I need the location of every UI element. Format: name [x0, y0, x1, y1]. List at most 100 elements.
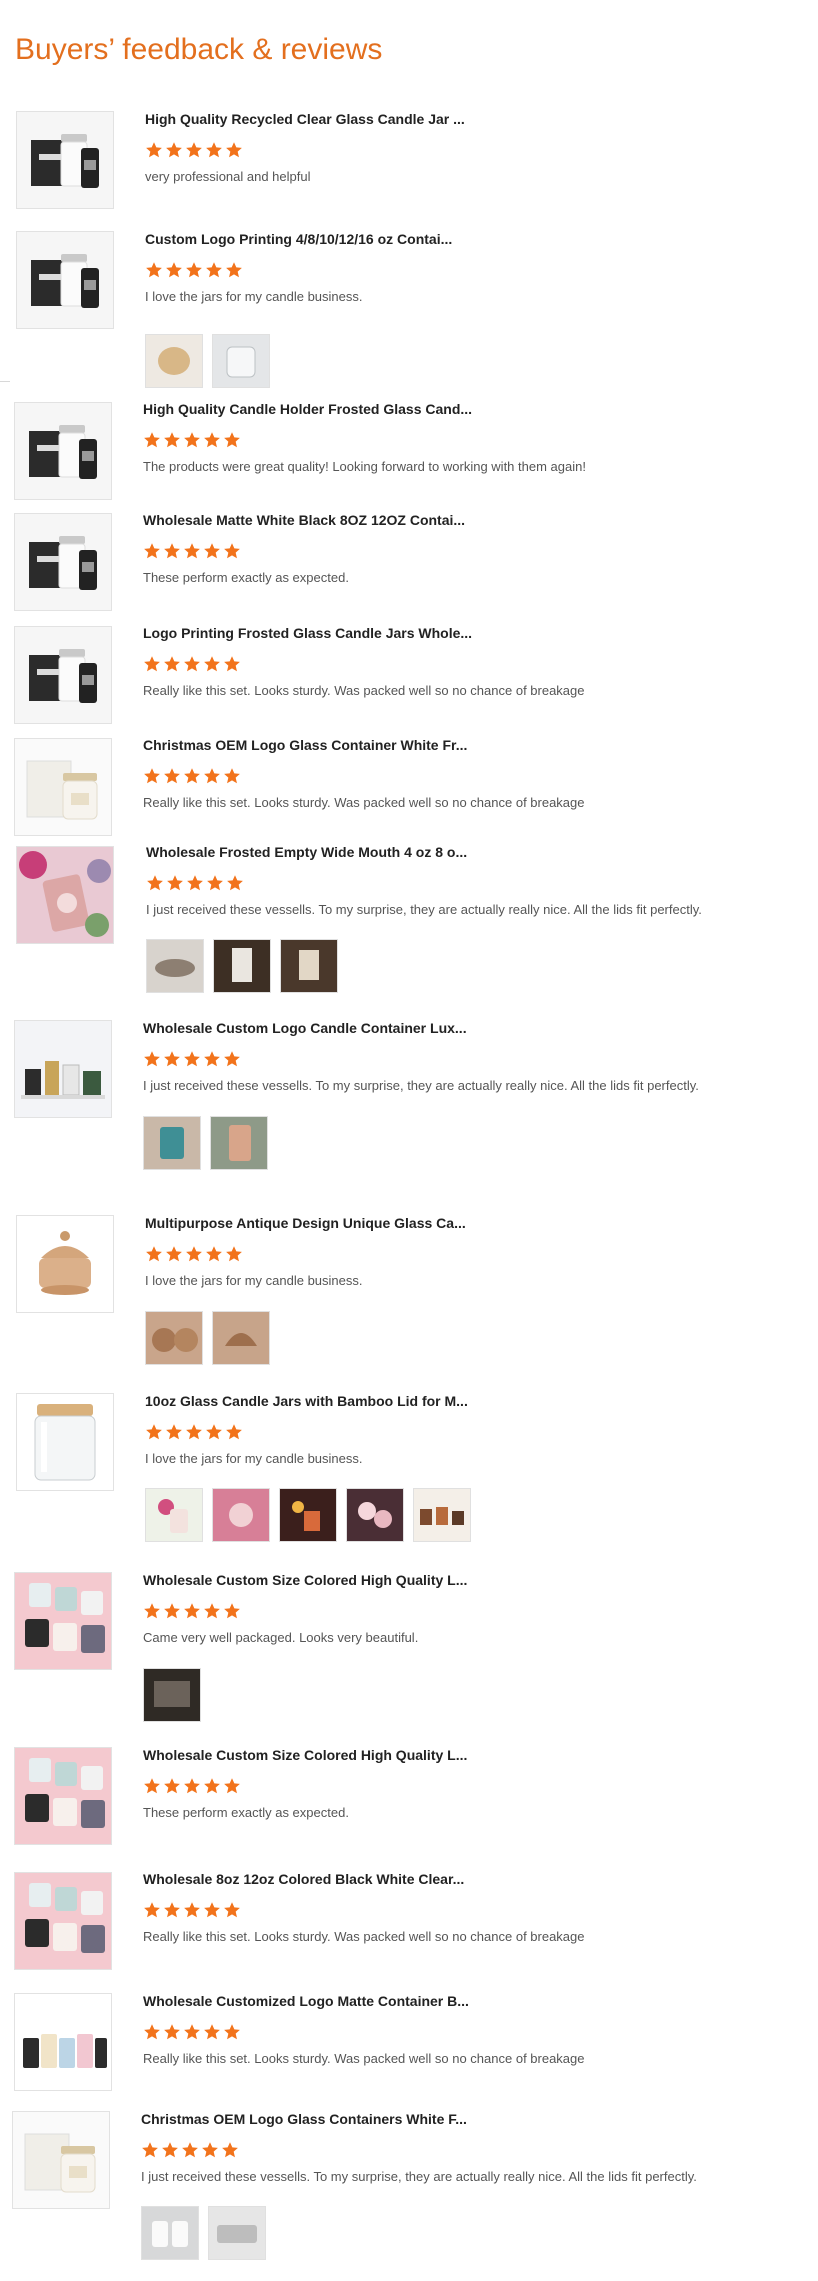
star-icon: [143, 655, 161, 673]
star-icon: [143, 542, 161, 560]
product-title[interactable]: High Quality Recycled Clear Glass Candle…: [145, 111, 465, 127]
star-icon: [203, 1901, 221, 1919]
star-icon: [183, 655, 201, 673]
star-icon: [223, 542, 241, 560]
star-icon: [226, 874, 244, 892]
review-photo[interactable]: [145, 334, 203, 388]
star-icon: [163, 1901, 181, 1919]
product-thumbnail[interactable]: [16, 1215, 114, 1313]
star-icon: [181, 2141, 199, 2159]
product-thumbnail[interactable]: [14, 1020, 112, 1118]
review-photo[interactable]: [280, 939, 338, 993]
star-icon: [223, 2023, 241, 2041]
star-icon: [183, 431, 201, 449]
product-title[interactable]: Wholesale Matte White Black 8OZ 12OZ Con…: [143, 512, 465, 528]
review-photo[interactable]: [212, 1488, 270, 1542]
review-photo[interactable]: [212, 334, 270, 388]
page-title: Buyers’ feedback & reviews: [15, 33, 383, 66]
star-icon: [203, 431, 221, 449]
star-rating: [145, 1423, 243, 1441]
star-icon: [183, 2023, 201, 2041]
product-title[interactable]: Christmas OEM Logo Glass Containers Whit…: [141, 2111, 467, 2127]
star-icon: [163, 542, 181, 560]
product-title[interactable]: Multipurpose Antique Design Unique Glass…: [145, 1215, 466, 1231]
star-icon: [161, 2141, 179, 2159]
star-icon: [203, 1050, 221, 1068]
review-comment: very professional and helpful: [145, 169, 311, 184]
review-photo[interactable]: [141, 2206, 199, 2260]
product-title[interactable]: Wholesale Custom Size Colored High Quali…: [143, 1747, 467, 1763]
star-rating: [143, 767, 241, 785]
review-photo[interactable]: [210, 1116, 268, 1170]
star-icon: [145, 141, 163, 159]
review-photos: [143, 1116, 268, 1170]
product-title[interactable]: Wholesale Custom Size Colored High Quali…: [143, 1572, 467, 1588]
star-icon: [163, 655, 181, 673]
review-photo[interactable]: [413, 1488, 471, 1542]
product-title[interactable]: Wholesale 8oz 12oz Colored Black White C…: [143, 1871, 464, 1887]
star-icon: [223, 767, 241, 785]
star-rating: [143, 542, 241, 560]
review-comment: I love the jars for my candle business.: [145, 1451, 363, 1466]
review-photos: [145, 1488, 471, 1542]
review-comment: Really like this set. Looks sturdy. Was …: [143, 795, 585, 810]
product-thumbnail[interactable]: [16, 1393, 114, 1491]
star-icon: [203, 767, 221, 785]
review-comment: Really like this set. Looks sturdy. Was …: [143, 1929, 585, 1944]
product-title[interactable]: Christmas OEM Logo Glass Container White…: [143, 737, 467, 753]
review-photo[interactable]: [208, 2206, 266, 2260]
product-title[interactable]: Custom Logo Printing 4/8/10/12/16 oz Con…: [145, 231, 452, 247]
star-rating: [143, 1901, 241, 1919]
star-icon: [225, 1245, 243, 1263]
review-photo[interactable]: [346, 1488, 404, 1542]
star-icon: [223, 1901, 241, 1919]
review-photo[interactable]: [143, 1116, 201, 1170]
star-icon: [163, 431, 181, 449]
star-icon: [143, 1901, 161, 1919]
star-icon: [163, 1602, 181, 1620]
product-thumbnail[interactable]: [14, 1747, 112, 1845]
star-icon: [163, 2023, 181, 2041]
star-icon: [143, 1602, 161, 1620]
product-thumbnail[interactable]: [14, 402, 112, 500]
star-icon: [165, 1423, 183, 1441]
product-thumbnail[interactable]: [16, 846, 114, 944]
review-photo[interactable]: [213, 939, 271, 993]
product-title[interactable]: 10oz Glass Candle Jars with Bamboo Lid f…: [145, 1393, 468, 1409]
review-comment: I just received these vessells. To my su…: [141, 2169, 697, 2184]
product-title[interactable]: Wholesale Custom Logo Candle Container L…: [143, 1020, 467, 1036]
star-icon: [183, 1777, 201, 1795]
star-icon: [141, 2141, 159, 2159]
product-title[interactable]: Wholesale Frosted Empty Wide Mouth 4 oz …: [146, 844, 467, 860]
product-thumbnail[interactable]: [14, 513, 112, 611]
product-thumbnail[interactable]: [16, 231, 114, 329]
product-title[interactable]: High Quality Candle Holder Frosted Glass…: [143, 401, 472, 417]
review-photo[interactable]: [146, 939, 204, 993]
review-photo[interactable]: [212, 1311, 270, 1365]
review-comment: Came very well packaged. Looks very beau…: [143, 1630, 419, 1645]
star-rating: [143, 1602, 241, 1620]
star-icon: [203, 542, 221, 560]
product-thumbnail[interactable]: [14, 1872, 112, 1970]
product-thumbnail[interactable]: [14, 626, 112, 724]
divider: [0, 381, 10, 382]
star-icon: [203, 1602, 221, 1620]
review-photo[interactable]: [143, 1668, 201, 1722]
product-thumbnail[interactable]: [14, 1572, 112, 1670]
star-rating: [143, 1777, 241, 1795]
star-icon: [145, 261, 163, 279]
review-comment: The products were great quality! Looking…: [143, 459, 586, 474]
product-thumbnail[interactable]: [12, 2111, 110, 2209]
product-title[interactable]: Logo Printing Frosted Glass Candle Jars …: [143, 625, 472, 641]
review-photos: [141, 2206, 266, 2260]
star-icon: [143, 1777, 161, 1795]
product-title[interactable]: Wholesale Customized Logo Matte Containe…: [143, 1993, 469, 2009]
product-thumbnail[interactable]: [14, 738, 112, 836]
product-thumbnail[interactable]: [16, 111, 114, 209]
review-photo[interactable]: [279, 1488, 337, 1542]
star-icon: [145, 1423, 163, 1441]
review-photo[interactable]: [145, 1311, 203, 1365]
product-thumbnail[interactable]: [14, 1993, 112, 2091]
review-photo[interactable]: [145, 1488, 203, 1542]
star-icon: [185, 1245, 203, 1263]
